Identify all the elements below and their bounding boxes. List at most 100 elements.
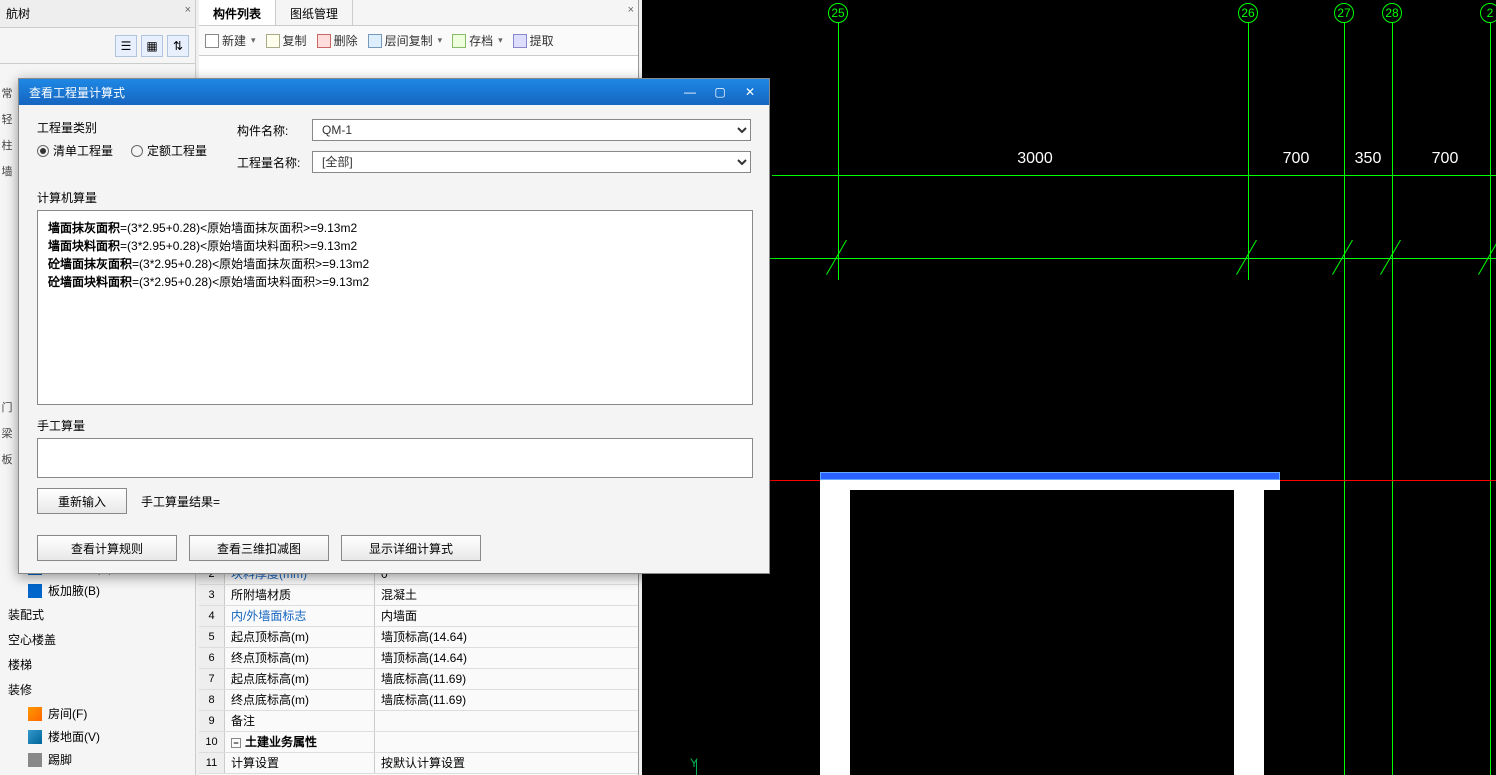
grid-icon[interactable]: ▦	[141, 35, 163, 57]
manual-result-row: 重新输入 手工算量结果=	[37, 488, 751, 514]
cad-viewport[interactable]: 2526272823000700350700Y	[642, 0, 1496, 775]
property-key: 起点顶标高(m)	[225, 627, 375, 647]
property-row[interactable]: 6终点顶标高(m)墙顶标高(14.64)	[199, 648, 638, 669]
property-row[interactable]: 11 计算设置按默认计算设置	[199, 753, 638, 774]
grid-bubble: 26	[1238, 3, 1258, 23]
copy-button[interactable]: 复制	[266, 32, 307, 49]
axis-y-icon	[696, 760, 697, 775]
cat-letter[interactable]: 墙	[0, 163, 14, 179]
tab-drawing-mgmt[interactable]: 图纸管理	[276, 0, 353, 25]
wall-element[interactable]	[820, 480, 850, 775]
sort-icon[interactable]: ⇅	[167, 35, 189, 57]
list-icon[interactable]: ☰	[115, 35, 137, 57]
nav-toolbar: ☰ ▦ ⇅	[0, 28, 195, 64]
radio-label: 定额工程量	[147, 142, 207, 159]
property-value[interactable]: 墙底标高(11.69)	[375, 690, 638, 710]
property-key: 起点底标高(m)	[225, 669, 375, 689]
cat-letter[interactable]: 柱	[0, 137, 14, 153]
category-label: 工程量类别	[37, 119, 237, 136]
close-button[interactable]: ✕	[735, 79, 765, 105]
close-icon[interactable]: ×	[185, 4, 191, 16]
minimize-button[interactable]: —	[675, 79, 705, 105]
property-value[interactable]: 混凝土	[375, 585, 638, 605]
property-row[interactable]: 10−土建业务属性	[199, 732, 638, 753]
property-value[interactable]: 墙顶标高(14.64)	[375, 648, 638, 668]
tree-item-floor[interactable]: 楼地面(V)	[0, 725, 195, 748]
calc-line: 墙面抹灰面积=(3*2.95+0.28)<原始墙面抹灰面积>=9.13m2	[48, 219, 742, 237]
component-name-select[interactable]: QM-1	[312, 119, 751, 141]
view-rules-button[interactable]: 查看计算规则	[37, 535, 177, 561]
property-row[interactable]: 3所附墙材质混凝土	[199, 585, 638, 606]
grid-line	[1392, 22, 1393, 775]
cat-letter[interactable]: 轻	[0, 111, 14, 127]
tree-category[interactable]: 空心楼盖	[0, 627, 195, 652]
dialog-title-bar[interactable]: 查看工程量计算式 — ▢ ✕	[19, 79, 769, 105]
collapse-icon[interactable]: −	[231, 738, 241, 748]
tree-item-haunch[interactable]: 板加腋(B)	[0, 579, 195, 602]
property-value[interactable]	[375, 711, 638, 731]
nav-panel-title: 航树	[0, 0, 195, 28]
tree-item-room[interactable]: 房间(F)	[0, 702, 195, 725]
close-icon[interactable]: ×	[628, 4, 634, 16]
property-value[interactable]	[375, 732, 638, 752]
btn-label: 提取	[530, 32, 554, 49]
row-index: 4	[199, 606, 225, 626]
delete-button[interactable]: 删除	[317, 32, 358, 49]
property-grid[interactable]: 2块料厚度(mm)03所附墙材质混凝土4内/外墙面标志内墙面5起点顶标高(m)墙…	[199, 563, 638, 775]
radio-list-qty[interactable]: 清单工程量	[37, 142, 113, 159]
dim-line	[772, 175, 1496, 176]
reenter-button[interactable]: 重新输入	[37, 488, 127, 514]
tree-category[interactable]: 装修	[0, 677, 195, 702]
row-index: 6	[199, 648, 225, 668]
radio-quota-qty[interactable]: 定额工程量	[131, 142, 207, 159]
manual-input-box[interactable]	[37, 438, 753, 478]
btn-label: 复制	[283, 32, 307, 49]
selected-wall[interactable]	[820, 472, 1280, 480]
show-detail-button[interactable]: 显示详细计算式	[341, 535, 481, 561]
property-value[interactable]: 内墙面	[375, 606, 638, 626]
new-button[interactable]: 新建	[205, 32, 256, 49]
btn-label: 存档	[469, 32, 493, 49]
quantity-name-select[interactable]: [全部]	[312, 151, 751, 173]
new-icon	[205, 34, 219, 48]
property-value[interactable]: 墙底标高(11.69)	[375, 669, 638, 689]
tab-component-list[interactable]: 构件列表	[199, 0, 276, 25]
property-row[interactable]: 7起点底标高(m)墙底标高(11.69)	[199, 669, 638, 690]
grid-line	[1248, 22, 1249, 280]
archive-button[interactable]: 存档	[452, 32, 503, 49]
wall-element[interactable]	[1234, 480, 1264, 775]
property-value[interactable]: 按默认计算设置	[375, 753, 638, 773]
layer-copy-button[interactable]: 层间复制	[368, 32, 443, 49]
dimension-value: 3000	[1017, 150, 1053, 168]
row-index: 5	[199, 627, 225, 647]
tree-category[interactable]: 装配式	[0, 602, 195, 627]
delete-icon	[317, 34, 331, 48]
property-row[interactable]: 9备注	[199, 711, 638, 732]
wall-element[interactable]	[820, 480, 1280, 490]
calc-result-box[interactable]: 墙面抹灰面积=(3*2.95+0.28)<原始墙面抹灰面积>=9.13m2墙面块…	[37, 210, 753, 405]
property-value[interactable]: 墙顶标高(14.64)	[375, 627, 638, 647]
cat-letter[interactable]: 板	[0, 451, 14, 467]
view-3d-button[interactable]: 查看三维扣减图	[189, 535, 329, 561]
grid-number: 28	[1382, 3, 1402, 23]
property-row[interactable]: 5起点顶标高(m)墙顶标高(14.64)	[199, 627, 638, 648]
formula-dialog: 查看工程量计算式 — ▢ ✕ 工程量类别 清单工程量 定额工程量 构件名称: Q…	[18, 78, 770, 574]
cat-letter[interactable]: 梁	[0, 425, 14, 441]
property-row[interactable]: 8终点底标高(m)墙底标高(11.69)	[199, 690, 638, 711]
radio-group: 清单工程量 定额工程量	[37, 142, 237, 159]
row-index: 10	[199, 732, 225, 752]
manual-section-head: 手工算量	[37, 417, 751, 434]
property-key: 内/外墙面标志	[225, 606, 375, 626]
extract-button[interactable]: 提取	[513, 32, 554, 49]
tree-item-skirting[interactable]: 踢脚	[0, 748, 195, 771]
cat-letter[interactable]: 门	[0, 399, 14, 415]
category-strip: 常 轻 柱 墙 门 梁 板	[0, 75, 14, 467]
radio-icon	[131, 145, 143, 157]
dimension-value: 700	[1283, 150, 1310, 168]
grid-line	[838, 22, 839, 280]
dialog-title: 查看工程量计算式	[29, 84, 125, 101]
property-row[interactable]: 4内/外墙面标志内墙面	[199, 606, 638, 627]
tree-category[interactable]: 楼梯	[0, 652, 195, 677]
maximize-button[interactable]: ▢	[705, 79, 735, 105]
cat-letter[interactable]: 常	[0, 85, 14, 101]
